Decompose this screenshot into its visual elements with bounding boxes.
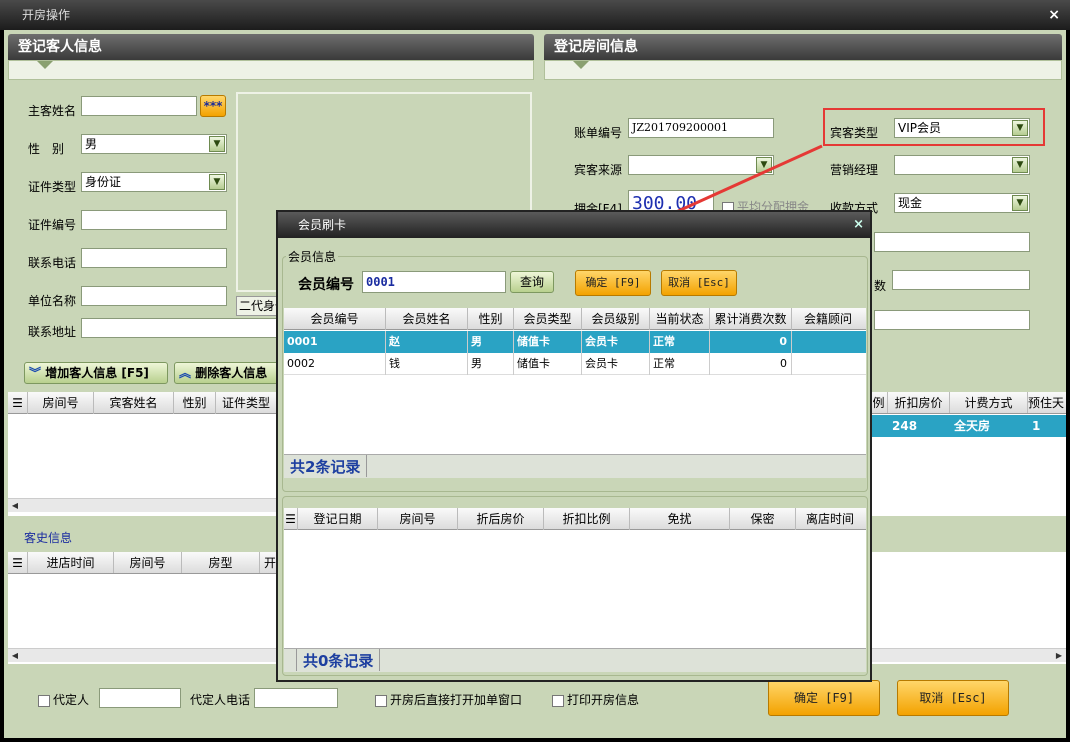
member-cell: 0 [710,353,792,375]
dialog-body: 会员信息 会员编号 0001 查询 确定 [F9] 取消 [Esc] 会员编号会… [278,238,870,680]
members-total-bar: 共2条记录 [284,454,866,478]
dlg-history-col[interactable]: 保密 [730,508,796,530]
member-cell: 男 [468,353,514,375]
member-cell: 0002 [284,353,386,375]
member-cell: 男 [468,331,514,353]
dlg-history-col[interactable]: 折扣比例 [544,508,630,530]
history-total-bar: 共0条记录 [284,648,866,672]
members-col[interactable]: 会员级别 [582,308,650,330]
dialog-confirm-button[interactable]: 确定 [F9] [575,270,651,296]
member-cell: 储值卡 [514,331,582,353]
member-cell: 钱 [386,353,468,375]
dlg-history-col[interactable]: 离店时间 [796,508,864,530]
members-col[interactable]: 当前状态 [650,308,710,330]
members-col[interactable]: 会员类型 [514,308,582,330]
member-cell: 会员卡 [582,353,650,375]
query-button[interactable]: 查询 [510,271,554,293]
members-col[interactable]: 会员姓名 [386,308,468,330]
member-cell [792,353,864,375]
member-cell: 会员卡 [582,331,650,353]
member-cell: 0 [710,331,792,353]
member-row[interactable]: 0002 钱男储值卡 会员卡 正常 0 [284,353,866,375]
members-col[interactable]: 性别 [468,308,514,330]
member-row-selected[interactable]: 0001 赵男储值卡 会员卡 正常 0 [284,331,866,353]
grid-menu-icon[interactable]: ☰ [284,508,298,530]
member-cell: 0001 [284,331,386,353]
member-cell [792,331,864,353]
dialog-history-header: ☰ 登记日期 房间号 折后房价 折扣比例 免扰 保密 离店时间 [284,508,866,530]
dlg-history-col[interactable]: 免扰 [630,508,730,530]
history-total: 共0条记录 [296,649,381,671]
dialog-title: 会员刷卡 [298,218,347,232]
member-cell: 正常 [650,353,710,375]
member-card-dialog: 会员刷卡 × 会员信息 会员编号 0001 查询 确定 [F9] 取消 [Esc… [276,210,872,682]
member-cell: 正常 [650,331,710,353]
dlg-history-col[interactable]: 房间号 [378,508,458,530]
members-col[interactable]: 累计消费次数 [710,308,792,330]
member-no-label: 会员编号 [298,277,354,293]
members-total: 共2条记录 [284,455,368,477]
members-col[interactable]: 会员编号 [284,308,386,330]
dlg-history-col[interactable]: 登记日期 [298,508,378,530]
members-grid-header: 会员编号 会员姓名 性别 会员类型 会员级别 当前状态 累计消费次数 会籍顾问 [284,308,866,330]
member-cell: 储值卡 [514,353,582,375]
dlg-history-col[interactable]: 折后房价 [458,508,544,530]
dialog-cancel-button[interactable]: 取消 [Esc] [661,270,737,296]
member-no-field[interactable]: 0001 [362,271,506,293]
dialog-close-icon[interactable]: × [853,212,864,238]
member-cell: 赵 [386,331,468,353]
member-info-group-label: 会员信息 [286,248,339,265]
members-col[interactable]: 会籍顾问 [792,308,864,330]
dialog-titlebar: 会员刷卡 × [278,212,870,238]
